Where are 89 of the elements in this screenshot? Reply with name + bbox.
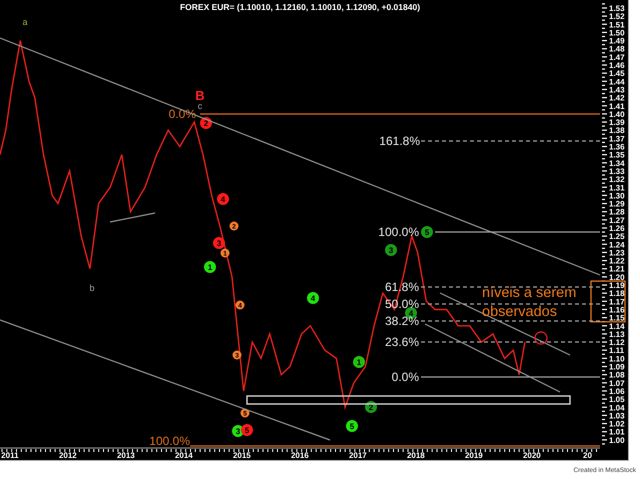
wave-letter: a bbox=[22, 17, 28, 27]
y-axis-label: 1.28 bbox=[609, 208, 625, 217]
y-axis-label: 1.25 bbox=[609, 232, 625, 242]
y-axis-label: 1.11 bbox=[609, 346, 624, 356]
x-axis-label: 2017 bbox=[348, 451, 367, 460]
y-axis-label: 1.08 bbox=[609, 370, 625, 380]
fib-label: 23.6% bbox=[384, 335, 419, 349]
y-axis-label: 1.00 bbox=[609, 436, 625, 445]
y-axis-label: 1.01 bbox=[609, 428, 625, 437]
x-axis-label: 2020 bbox=[522, 451, 541, 460]
annotation-note: níveis a serem observados bbox=[482, 284, 578, 322]
x-axis-label: 2013 bbox=[116, 451, 135, 460]
y-axis-label: 1.16 bbox=[609, 305, 625, 314]
y-axis-label: 1.49 bbox=[609, 36, 625, 46]
y-axis-label: 1.46 bbox=[609, 61, 625, 70]
y-axis-label: 1.38 bbox=[609, 126, 625, 136]
wave-letter: B bbox=[195, 88, 205, 103]
wave-label: 2 bbox=[200, 117, 212, 129]
y-axis-label: 1.02 bbox=[609, 420, 625, 429]
wave-label: 4 bbox=[307, 292, 319, 304]
y-axis-label: 1.13 bbox=[609, 330, 625, 339]
y-axis-label: 1.26 bbox=[609, 224, 625, 233]
y-axis-label: 1.21 bbox=[609, 264, 625, 274]
wave-label: 1 bbox=[353, 356, 365, 368]
y-axis-label: 1.04 bbox=[609, 403, 625, 412]
y-axis-label: 1.39 bbox=[609, 118, 625, 128]
y-axis-label: 1.48 bbox=[609, 44, 625, 54]
y-axis-label: 1.07 bbox=[609, 378, 625, 388]
y-axis-label: 1.30 bbox=[609, 191, 625, 200]
wave-letter: c bbox=[198, 101, 202, 111]
x-axis-label: 2011 bbox=[1, 451, 19, 460]
y-axis-label: 1.10 bbox=[609, 354, 625, 364]
wave-label: 1 bbox=[204, 261, 216, 273]
y-axis-label: 1.22 bbox=[609, 256, 625, 266]
y-axis-label: 1.47 bbox=[609, 52, 625, 62]
y-axis-label: 1.19 bbox=[609, 281, 625, 290]
y-axis-label: 1.52 bbox=[609, 12, 625, 22]
x-axis-label: 2014 bbox=[174, 451, 193, 460]
y-axis-label: 1.43 bbox=[609, 85, 625, 94]
wave-label: 3 bbox=[385, 244, 397, 256]
y-axis-label: 1.53 bbox=[609, 4, 625, 13]
y-axis-label: 1.40 bbox=[609, 110, 625, 119]
y-axis-label: 1.29 bbox=[609, 200, 625, 209]
fib-label: 100.0% bbox=[378, 225, 419, 239]
x-axis-label: 2018 bbox=[406, 451, 425, 460]
y-axis-label: 1.18 bbox=[609, 289, 625, 298]
y-axis-label: 1.17 bbox=[609, 297, 625, 306]
y-axis-label: 1.06 bbox=[609, 386, 625, 396]
y-axis-label: 1.24 bbox=[609, 240, 625, 250]
fib-label: 0.0% bbox=[392, 370, 419, 384]
chart-title: FOREX EUR= (1.10010, 1.12160, 1.10010, 1.12090, +0.01840) bbox=[180, 2, 420, 12]
x-axis-label: 2012 bbox=[58, 451, 77, 460]
y-axis-label: 1.36 bbox=[609, 142, 625, 152]
y-axis-label: 1.20 bbox=[609, 272, 625, 282]
y-axis-label: 1.35 bbox=[609, 150, 625, 160]
y-axis-label: 1.32 bbox=[609, 175, 625, 184]
target-circle bbox=[534, 331, 548, 345]
wave-label: 5 bbox=[421, 226, 433, 238]
y-axis-label: 1.33 bbox=[609, 166, 625, 176]
y-axis-label: 1.34 bbox=[609, 158, 625, 168]
y-axis-label: 1.23 bbox=[609, 248, 625, 258]
wave-letter: b bbox=[90, 283, 94, 293]
y-axis-label: 1.50 bbox=[609, 28, 625, 38]
y-axis-label: 1.03 bbox=[609, 411, 625, 420]
y-axis-label: 1.41 bbox=[609, 102, 625, 111]
wave-label: 3 bbox=[213, 237, 225, 249]
y-axis-label: 1.27 bbox=[609, 216, 625, 225]
wave-label: 5 bbox=[241, 424, 253, 436]
x-axis-label: 2015 bbox=[232, 451, 251, 460]
fib-label: 161.8% bbox=[379, 134, 420, 148]
y-axis-label: 1.45 bbox=[609, 69, 625, 78]
fib-label: 100.0% bbox=[149, 434, 190, 448]
y-axis-label: 1.14 bbox=[609, 322, 625, 331]
y-axis-label: 1.51 bbox=[609, 20, 625, 30]
y-axis-label: 1.12 bbox=[609, 338, 625, 348]
wave-label: 5 bbox=[346, 420, 358, 432]
x-axis-label: 2019 bbox=[464, 451, 483, 460]
y-axis-label: 1.09 bbox=[609, 362, 625, 372]
y-axis-label: 1.44 bbox=[609, 77, 625, 86]
x-axis-label: 20 bbox=[583, 451, 592, 460]
x-axis-label: 2016 bbox=[290, 451, 309, 460]
y-axis-label: 1.15 bbox=[609, 314, 625, 323]
y-axis-label: 1.05 bbox=[609, 395, 625, 404]
y-axis-label: 1.31 bbox=[609, 183, 625, 192]
y-axis-label: 1.37 bbox=[609, 134, 625, 144]
wave-label: 2 bbox=[365, 401, 377, 413]
wave-label: 4 bbox=[217, 193, 229, 205]
y-axis-label: 1.42 bbox=[609, 94, 625, 103]
highlight-frame bbox=[590, 280, 626, 322]
